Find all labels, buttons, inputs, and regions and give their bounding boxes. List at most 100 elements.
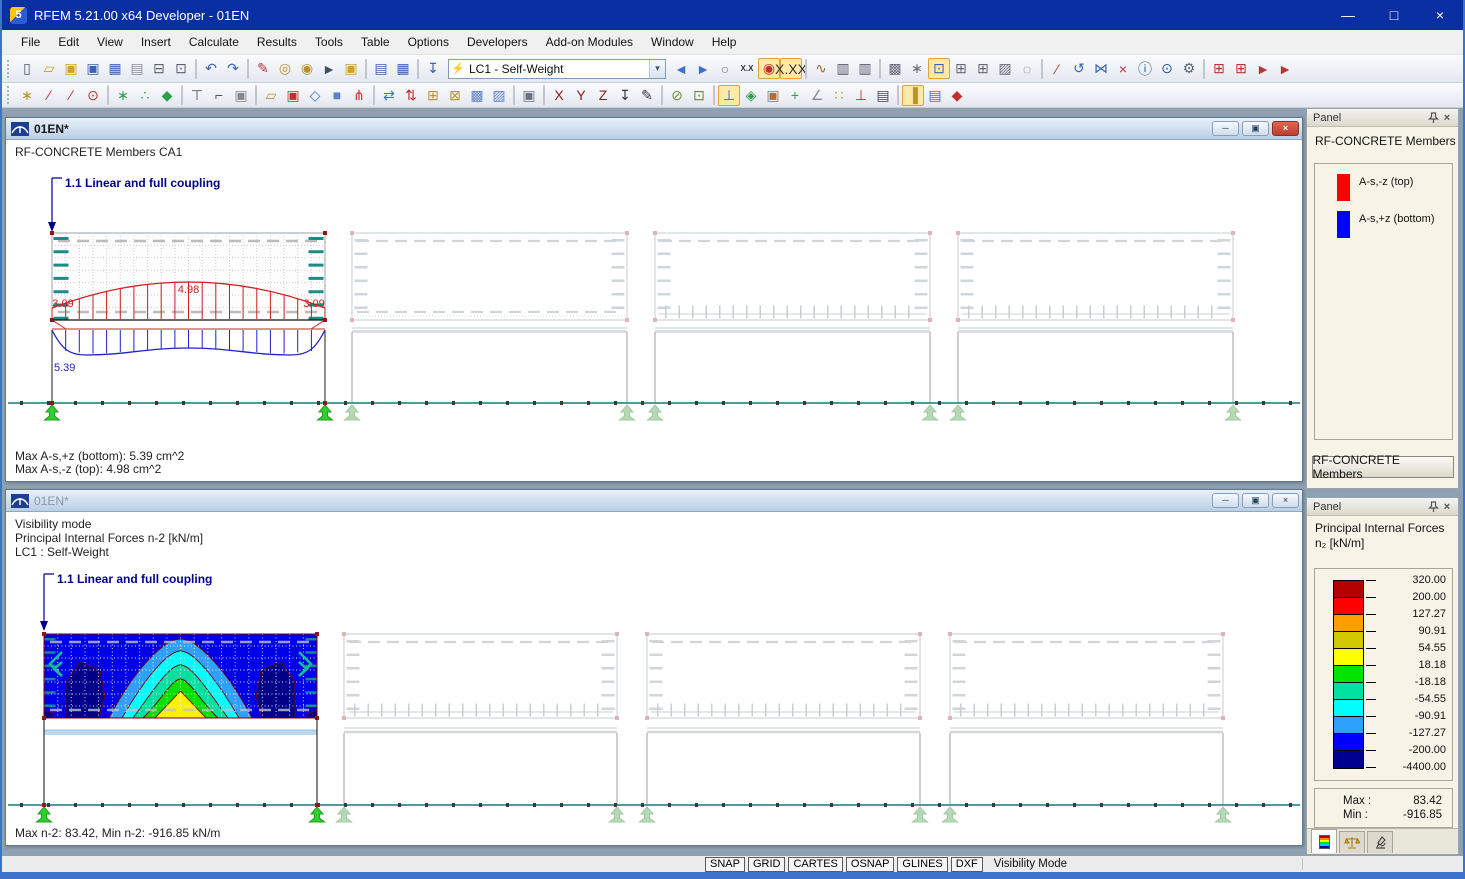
menu-insert[interactable]: Insert	[132, 32, 180, 52]
view-deform-icon[interactable]: +	[784, 85, 806, 106]
toolbar-separator[interactable]	[543, 85, 545, 105]
maximize-button[interactable]: ▣	[1242, 493, 1269, 508]
cutter-icon[interactable]: ∕	[1046, 58, 1068, 79]
generate-frame-icon[interactable]: ⇅	[400, 85, 422, 106]
values-display-icon[interactable]: X.XX	[780, 58, 802, 79]
generate-nodes-icon[interactable]: ∗	[112, 85, 134, 106]
fe-settings-icon[interactable]: ⊞	[950, 58, 972, 79]
renumber-y-icon[interactable]: Y	[570, 85, 592, 106]
minimize-button[interactable]: —	[1325, 0, 1371, 30]
mirror-view-icon[interactable]: ⋈	[1090, 58, 1112, 79]
open-folder-icon[interactable]: ▱	[38, 58, 60, 79]
gears-icon[interactable]: ⚙	[1178, 58, 1200, 79]
zoom-center-icon[interactable]: ◉	[296, 58, 318, 79]
tab-factors[interactable]	[1339, 831, 1365, 853]
toolbar-separator[interactable]	[713, 85, 715, 105]
view-smooth-icon[interactable]: ∠	[806, 85, 828, 106]
numbering-icon[interactable]: ↧	[614, 85, 636, 106]
color-scale-box[interactable]: 320.00 200.00 127.27 90.91	[1314, 568, 1453, 781]
toolbar-separator[interactable]	[255, 85, 257, 105]
window-export1-icon[interactable]: ⊞	[1208, 58, 1230, 79]
cartes-toggle[interactable]: CARTES	[788, 857, 842, 872]
info-icon[interactable]: ⓘ	[1134, 58, 1156, 79]
pin-icon[interactable]	[1426, 500, 1440, 514]
toolbar-separator[interactable]	[897, 85, 899, 105]
find-element-icon[interactable]: ◌	[1016, 58, 1038, 79]
calc-tool2-icon[interactable]: ▥	[854, 58, 876, 79]
toolbar-separator[interactable]	[181, 85, 183, 105]
surface-tool-icon[interactable]: ▱	[260, 85, 282, 106]
maximize-button[interactable]: ▣	[1242, 121, 1269, 136]
rotate-view-icon[interactable]: ↺	[1068, 58, 1090, 79]
snap-toggle[interactable]: SNAP	[705, 857, 745, 872]
animation-icon[interactable]: ∿	[810, 58, 832, 79]
grid-toggle[interactable]: GRID	[748, 857, 786, 872]
open-project-icon[interactable]: ▣	[60, 58, 82, 79]
copy-3d-icon[interactable]: ▣	[518, 85, 540, 106]
toolbar-separator[interactable]	[365, 59, 367, 79]
nurbs-icon[interactable]: ◇	[304, 85, 326, 106]
new-surface-icon[interactable]: ◆	[156, 85, 178, 106]
renumber-z-icon[interactable]: Z	[592, 85, 614, 106]
mesh-refine-icon[interactable]: ∗	[906, 58, 928, 79]
select-region-icon[interactable]: ▣	[230, 85, 252, 106]
toolbar-separator[interactable]	[247, 59, 249, 79]
intersection-icon[interactable]: ⋔	[348, 85, 370, 106]
fe-settings2-icon[interactable]: ⊞	[972, 58, 994, 79]
partition-icon[interactable]: ▨	[488, 85, 510, 106]
viewport1-titlebar[interactable]: 01EN* ─ ▣ ×	[6, 118, 1302, 140]
minimize-button[interactable]: ─	[1212, 121, 1239, 136]
section-cut-icon[interactable]: ⊘	[666, 85, 688, 106]
toolbar-separator[interactable]	[417, 59, 419, 79]
save-project-icon[interactable]: ▣	[82, 58, 104, 79]
loadcase-tool-icon[interactable]: ↧	[422, 58, 444, 79]
prev-loadcase-icon[interactable]: ◄	[670, 58, 692, 79]
menu-table[interactable]: Table	[352, 32, 399, 52]
view-multi-icon[interactable]: ∷	[828, 85, 850, 106]
generate-block-icon[interactable]: ⊠	[444, 85, 466, 106]
find-loadcase-icon[interactable]: ○	[714, 58, 736, 79]
window-export2-icon[interactable]: ⊞	[1230, 58, 1252, 79]
next-loadcase-icon[interactable]: ►	[692, 58, 714, 79]
export-red1-icon[interactable]: ►	[1252, 58, 1274, 79]
redo-icon[interactable]: ↷	[222, 58, 244, 79]
close-button[interactable]: ×	[1417, 0, 1463, 30]
menu-calculate[interactable]: Calculate	[180, 32, 248, 52]
display-panel-icon[interactable]: ▐	[902, 85, 924, 106]
dxf-toggle[interactable]: DXF	[951, 857, 983, 872]
toolbar-drag-handle[interactable]	[7, 60, 12, 78]
new-file-icon[interactable]: ▯	[16, 58, 38, 79]
maximize-button[interactable]: □	[1371, 0, 1417, 30]
save-icon[interactable]: ▦	[104, 58, 126, 79]
chevron-down-icon[interactable]: ▾	[649, 60, 665, 78]
load-case-combobox[interactable]: ⚡ LC1 - Self-Weight ▾	[448, 59, 666, 79]
view-colored-icon[interactable]: ◈	[740, 85, 762, 106]
settings-icon[interactable]: ⊙	[1156, 58, 1178, 79]
viewport2-titlebar[interactable]: 01EN* ─ ▣ ×	[6, 490, 1302, 512]
toolbar-separator[interactable]	[513, 85, 515, 105]
print-preview-icon[interactable]: ⊡	[170, 58, 192, 79]
renumber-all-icon[interactable]: ✎	[636, 85, 658, 106]
menu-edit[interactable]: Edit	[49, 32, 88, 52]
pin-icon[interactable]	[1426, 111, 1440, 125]
view-table-icon[interactable]: ▤	[872, 85, 894, 106]
close-button[interactable]: ×	[1272, 121, 1299, 136]
new-support-icon[interactable]: ⊤	[186, 85, 208, 106]
menu-addon-modules[interactable]: Add-on Modules	[537, 32, 642, 52]
clipboard-icon[interactable]: ▤	[126, 58, 148, 79]
export-red2-icon[interactable]: ►	[1274, 58, 1296, 79]
menu-results[interactable]: Results	[248, 32, 306, 52]
solid-icon[interactable]: ■	[326, 85, 348, 106]
clipping-icon[interactable]: ⊡	[688, 85, 710, 106]
table-layout-icon[interactable]: ▦	[392, 58, 414, 79]
display-pages-icon[interactable]: ▤	[924, 85, 946, 106]
delete-results-icon[interactable]: ×	[1112, 58, 1134, 79]
generate-load-icon[interactable]: ▩	[466, 85, 488, 106]
connect-members-icon[interactable]: ⇄	[378, 85, 400, 106]
fe-view-icon[interactable]: ⊡	[928, 58, 950, 79]
toolbar-drag-handle[interactable]	[7, 86, 12, 104]
osnap-toggle[interactable]: OSNAP	[846, 857, 895, 872]
opening-icon[interactable]: ▣	[282, 85, 304, 106]
view-section-icon[interactable]: ⊥	[850, 85, 872, 106]
generate-table-icon[interactable]: ∴	[134, 85, 156, 106]
